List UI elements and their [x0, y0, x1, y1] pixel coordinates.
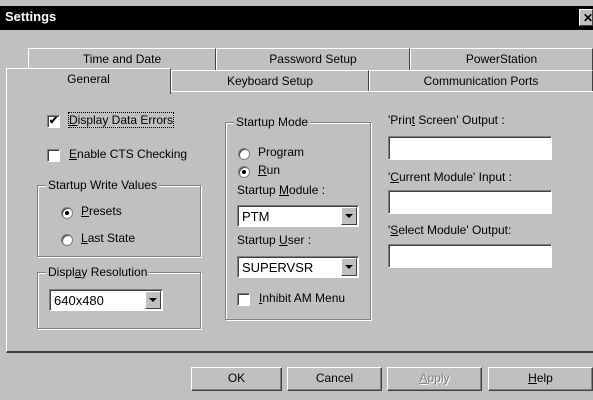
print-screen-output-label: 'Print Screen' Output :: [388, 113, 505, 127]
presets-radio[interactable]: [61, 207, 73, 219]
enable-cts-label: Enable CTS Checking: [69, 147, 188, 161]
button-label: OK: [227, 371, 246, 385]
run-radio[interactable]: [238, 166, 250, 178]
startup-module-select[interactable]: PTM: [237, 205, 359, 227]
selected-value: PTM: [242, 209, 270, 224]
tab-label: Keyboard Setup: [226, 74, 314, 88]
group-title: Display Resolution: [46, 265, 150, 279]
tab-communication-ports[interactable]: Communication Ports: [369, 70, 593, 92]
display-resolution-select[interactable]: 640x480: [49, 289, 163, 311]
select-module-output-field[interactable]: [388, 244, 552, 268]
display-data-errors-checkbox[interactable]: ✔: [47, 115, 60, 128]
last-state-radio[interactable]: [61, 234, 73, 246]
tab-label: Time and Date: [82, 52, 162, 66]
startup-user-select[interactable]: SUPERVSR: [237, 256, 359, 278]
run-label: Run: [258, 163, 281, 177]
selected-value: SUPERVSR: [242, 260, 314, 275]
group-title: Startup Mode: [234, 115, 311, 129]
chevron-down-icon[interactable]: [145, 291, 161, 309]
cancel-button[interactable]: Cancel: [287, 367, 382, 391]
chevron-down-icon[interactable]: [341, 207, 357, 225]
program-radio[interactable]: [238, 148, 250, 160]
tab-label: Communication Ports: [423, 74, 539, 88]
startup-mode-group: Startup Mode Program Run Startup Module …: [225, 115, 371, 320]
tab-general[interactable]: General: [6, 68, 171, 94]
inhibit-am-menu-checkbox[interactable]: [237, 293, 250, 306]
group-title: Startup Write Values: [46, 178, 159, 192]
last-state-label: Last State: [81, 231, 136, 245]
apply-button[interactable]: Apply: [387, 367, 482, 391]
tab-label: General: [67, 72, 110, 86]
display-data-errors-label: Display Data Errors: [67, 112, 175, 128]
close-icon: ✕: [583, 11, 593, 25]
startup-user-label: Startup User :: [237, 233, 312, 247]
current-module-input-label: 'Current Module' Input :: [388, 170, 512, 184]
display-resolution-group: Display Resolution 640x480: [37, 265, 201, 329]
tab-keyboard-setup[interactable]: Keyboard Setup: [171, 70, 369, 92]
button-label: Apply: [419, 371, 450, 385]
tab-password-setup[interactable]: Password Setup: [216, 48, 410, 70]
program-label: Program: [258, 145, 305, 159]
tab-time-and-date[interactable]: Time and Date: [28, 48, 216, 70]
current-module-input-field[interactable]: [388, 190, 552, 214]
tab-label: Password Setup: [269, 52, 357, 66]
settings-dialog: Settings ✕ Time and Date Password Setup …: [0, 0, 593, 400]
inhibit-am-menu-label: Inhibit AM Menu: [259, 291, 346, 305]
help-button[interactable]: Help: [488, 367, 593, 391]
close-button[interactable]: ✕: [579, 9, 593, 26]
tab-powerstation[interactable]: PowerStation: [410, 48, 593, 70]
selected-value: 640x480: [54, 293, 104, 308]
title-bar: Settings ✕: [0, 6, 593, 30]
enable-cts-checkbox[interactable]: [47, 149, 60, 162]
button-label: Cancel: [315, 371, 354, 385]
chevron-down-icon[interactable]: [341, 258, 357, 276]
print-screen-output-field[interactable]: [388, 136, 552, 160]
startup-module-label: Startup Module :: [237, 183, 326, 197]
general-tab-panel: ✔ Display Data Errors Enable CTS Checkin…: [6, 91, 593, 353]
startup-write-values-group: Startup Write Values Presets Last State: [37, 178, 201, 257]
presets-label: Presets: [81, 204, 122, 218]
window-title: Settings: [5, 9, 57, 24]
select-module-output-label: 'Select Module' Output:: [388, 223, 512, 237]
button-label: Help: [528, 371, 553, 385]
tab-label: PowerStation: [465, 52, 538, 66]
ok-button[interactable]: OK: [191, 367, 282, 391]
